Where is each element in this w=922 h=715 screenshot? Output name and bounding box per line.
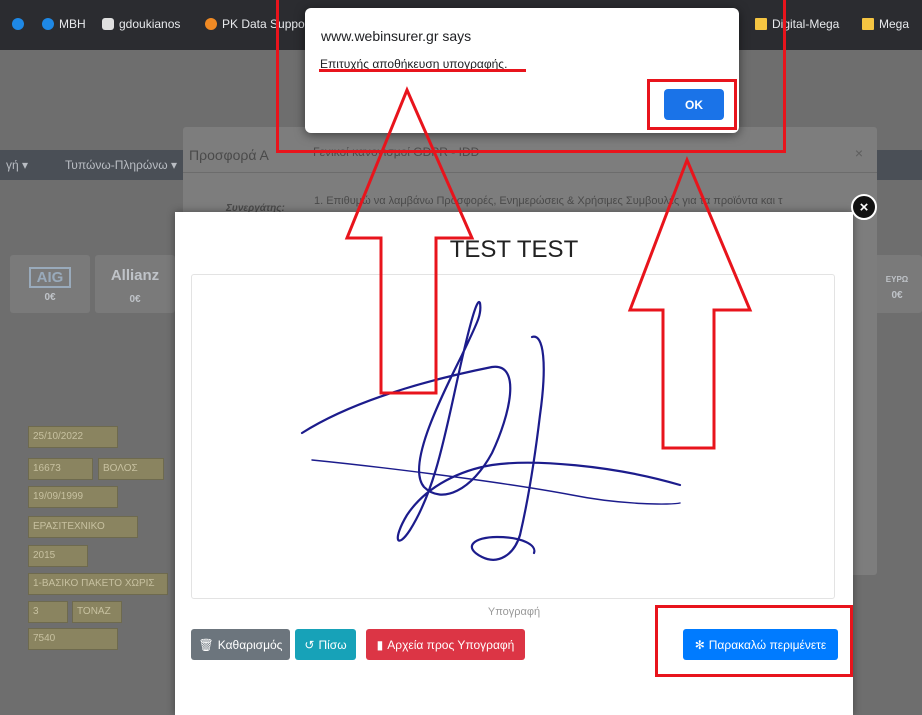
arrow-up-icon [344, 86, 475, 395]
annotation-arrows [344, 86, 753, 450]
arrow-up-icon [627, 155, 753, 450]
